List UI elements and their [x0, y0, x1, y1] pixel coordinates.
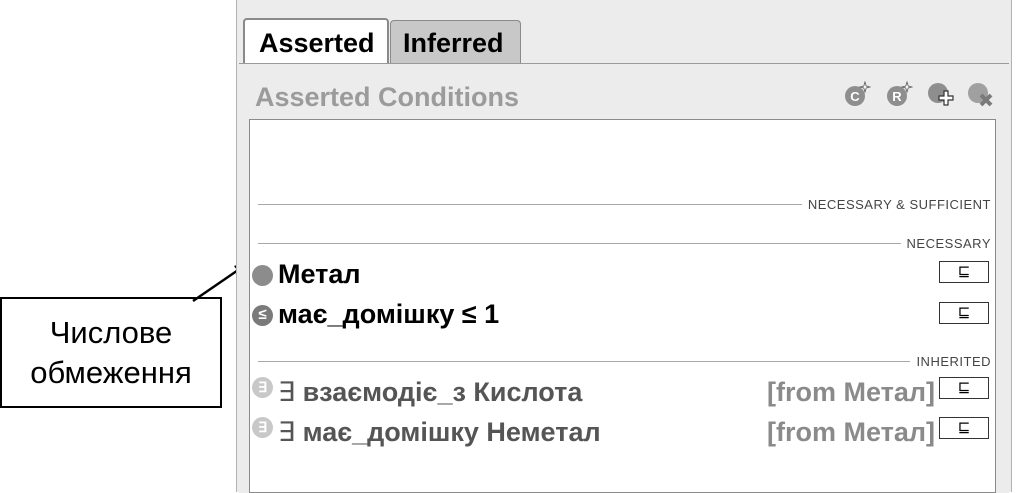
asserted-conditions-pane: Asserted Conditions C R NECESSARY & SUFF…	[239, 63, 1009, 493]
condition-text: ∃ взаємодіє_з Кислота	[278, 377, 582, 408]
conditions-list[interactable]: NECESSARY & SUFFICIENT NECESSARY Метал ⊑…	[249, 119, 996, 493]
callout-line-1: Числове	[49, 315, 173, 350]
tab-asserted[interactable]: Asserted	[243, 18, 389, 64]
delete-class-icon[interactable]	[967, 80, 995, 108]
add-named-class-icon[interactable]: C	[843, 80, 871, 108]
annotation-callout: Числове обмеження	[0, 297, 222, 408]
section-necessary-sufficient: NECESSARY & SUFFICIENT	[258, 197, 991, 217]
condition-text: Метал	[278, 259, 361, 289]
condition-row[interactable]: ≤ має_домішку ≤ 1 ⊑	[252, 299, 991, 333]
tab-inferred[interactable]: Inferred	[390, 20, 521, 64]
conditions-panel: Inferred Asserted Asserted Conditions C …	[236, 0, 1012, 493]
condition-text: ∃ має_домішку Неметал	[278, 417, 601, 448]
section-label: NECESSARY & SUFFICIENT	[801, 197, 991, 212]
existential-restriction-icon: ∃	[252, 417, 273, 438]
condition-text: має_домішку ≤ 1	[278, 299, 500, 329]
subclass-toggle-button[interactable]: ⊑	[939, 261, 989, 283]
inherited-condition-row[interactable]: ∃ ∃ взаємодіє_з Кислота [from Метал] ⊑	[252, 377, 991, 411]
condition-expression: має_домішку Неметал	[302, 417, 601, 447]
condition-row[interactable]: Метал ⊑	[252, 259, 991, 293]
subclass-toggle-button[interactable]: ⊑	[939, 377, 989, 399]
section-label: INHERITED	[910, 354, 991, 369]
condition-expression: взаємодіє_з Кислота	[302, 377, 583, 407]
cardinality-restriction-icon: ≤	[252, 305, 273, 326]
create-class-icon[interactable]	[927, 80, 955, 108]
subclass-toggle-button[interactable]: ⊑	[939, 302, 989, 324]
inherited-condition-row[interactable]: ∃ ∃ має_домішку Неметал [from Метал] ⊑	[252, 417, 991, 451]
quantifier: ∃	[278, 417, 296, 447]
named-class-icon	[252, 265, 273, 286]
section-necessary: NECESSARY	[258, 236, 991, 256]
subclass-toggle-button[interactable]: ⊑	[939, 417, 989, 439]
pane-title: Asserted Conditions	[255, 82, 520, 112]
inherited-from-label: [from Метал]	[766, 377, 935, 407]
quantifier: ∃	[278, 377, 296, 407]
section-inherited: INHERITED	[258, 354, 991, 374]
section-label: NECESSARY	[900, 236, 991, 251]
inherited-from-label: [from Метал]	[766, 417, 935, 447]
callout-line-2: обмеження	[30, 355, 192, 390]
add-restriction-icon[interactable]: R	[885, 80, 913, 108]
svg-text:C: C	[850, 89, 860, 104]
existential-restriction-icon: ∃	[252, 377, 273, 398]
svg-text:R: R	[892, 89, 902, 104]
